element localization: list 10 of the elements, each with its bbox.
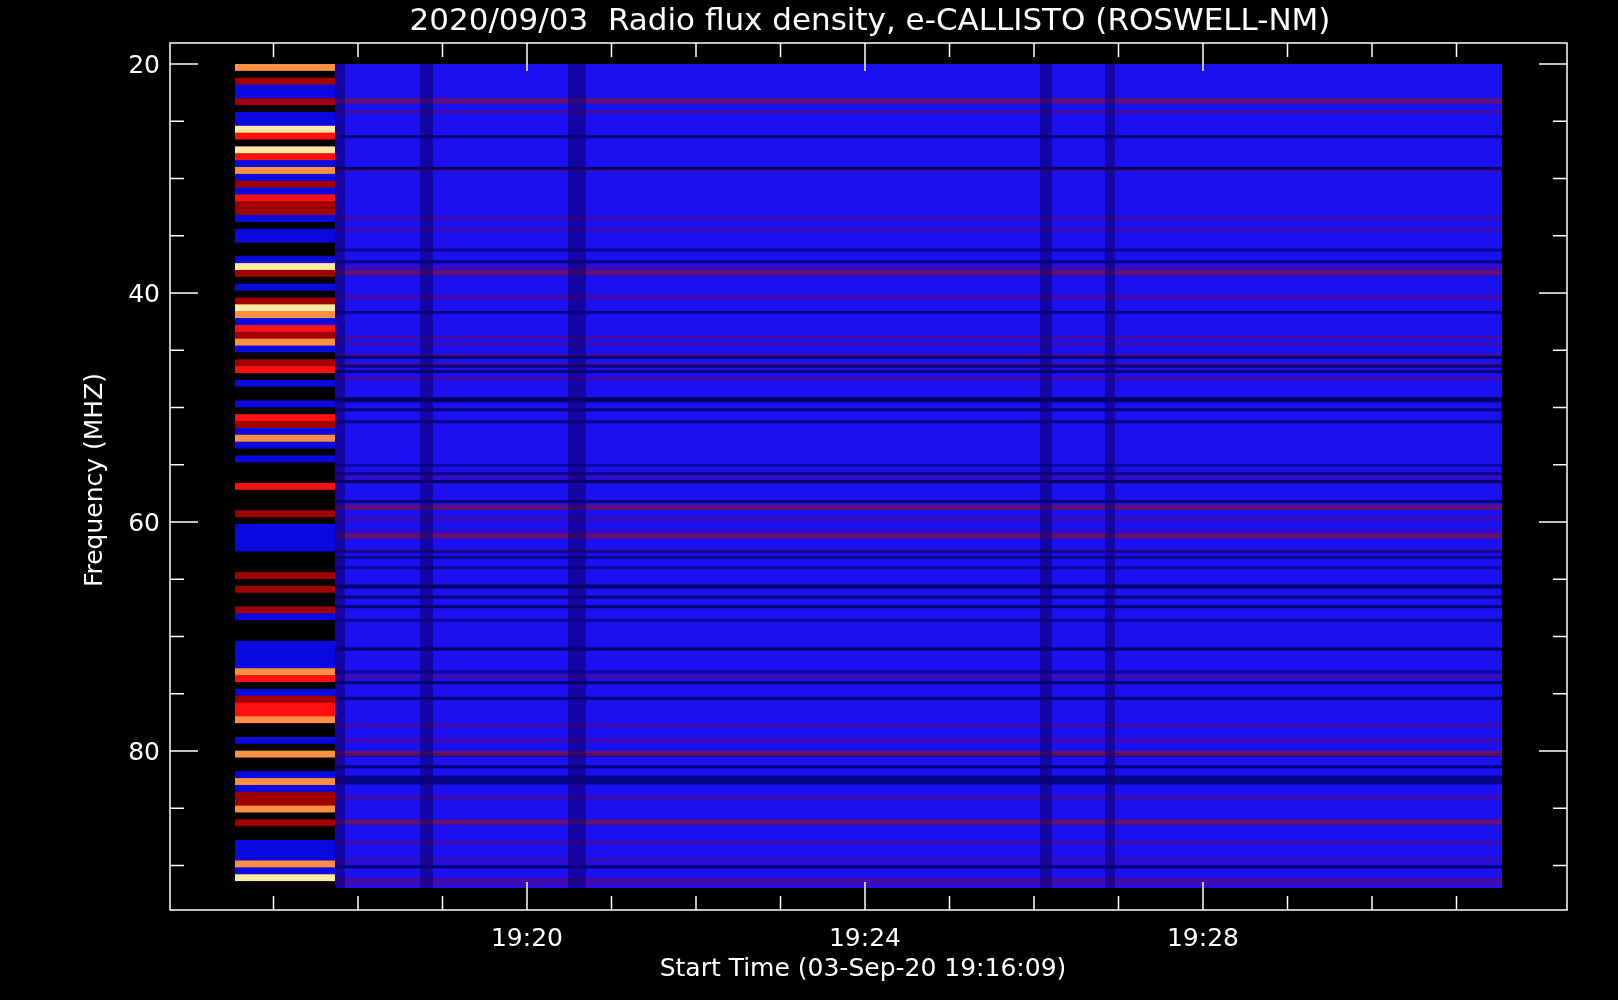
axis-label: Start Time (03-Sep-20 19:16:09) [659,953,1067,982]
tick-label: 19:24 [829,923,901,952]
tick-label: 80 [128,737,160,766]
chart-title: 2020/09/03 Radio flux density, e-CALLISTO (ROSWELL-NM) [409,1,1331,37]
tick-label: 60 [128,508,160,537]
tick-label: 40 [128,279,160,308]
axis-label: Frequency (MHZ) [79,372,108,588]
tick-label: 19:28 [1167,923,1239,952]
tick-label: 19:20 [491,923,563,952]
tick-label: 20 [128,50,160,79]
